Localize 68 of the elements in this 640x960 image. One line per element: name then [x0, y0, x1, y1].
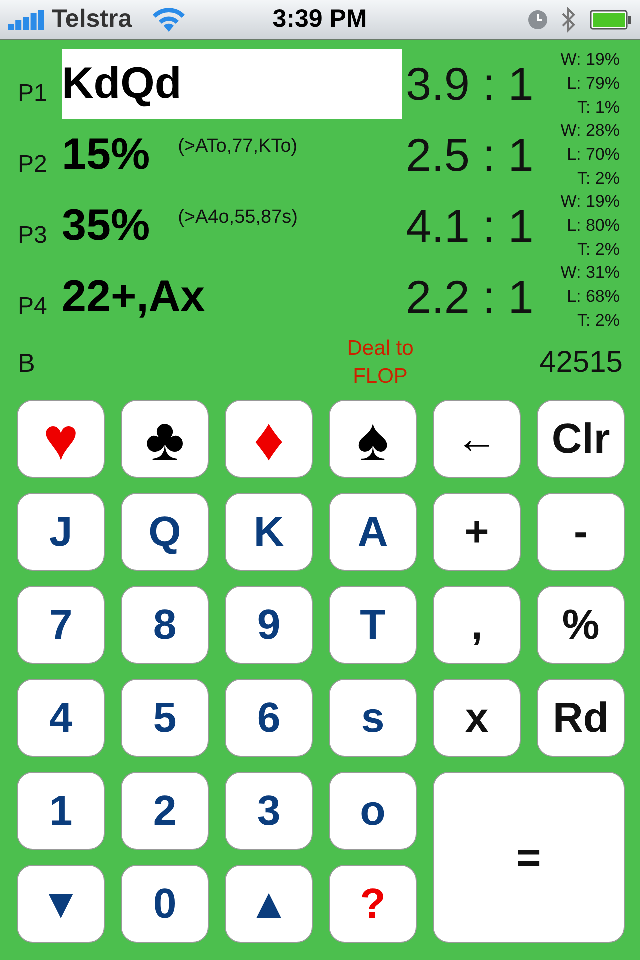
keypad-key[interactable]: 0	[121, 865, 209, 943]
tie-percent: T: 2%	[577, 310, 620, 332]
player-label: P2	[17, 151, 48, 180]
keypad-key[interactable]: 8	[121, 586, 209, 664]
keypad-key[interactable]: 5	[121, 679, 209, 757]
range-text: (>A4o,55,87s)	[178, 206, 298, 229]
keypad-key[interactable]: 1	[17, 772, 105, 850]
player-label: P3	[17, 222, 48, 251]
loss-percent: L: 79%	[567, 73, 620, 95]
win-percent: W: 28%	[560, 120, 620, 142]
suit-key[interactable]: ♦	[225, 400, 313, 478]
suit-key[interactable]: ♠	[329, 400, 417, 478]
pot-odds: 2.5 : 1	[405, 128, 535, 182]
keypad-key[interactable]: ▲	[225, 865, 313, 943]
win-percent: W: 19%	[560, 49, 620, 71]
keypad-key[interactable]: 9	[225, 586, 313, 664]
wifi-icon	[152, 8, 186, 32]
tie-percent: T: 2%	[577, 239, 620, 261]
keypad-key[interactable]: J	[17, 493, 105, 571]
keypad-key[interactable]: ←	[433, 400, 521, 478]
keypad-key[interactable]: 7	[17, 586, 105, 664]
keypad-key[interactable]: ▼	[17, 865, 105, 943]
signal-icon	[8, 10, 46, 30]
clock-icon	[528, 10, 548, 30]
keypad-key[interactable]: ,	[433, 586, 521, 664]
pot-odds: 4.1 : 1	[405, 199, 535, 253]
hand-range[interactable]: 35%	[62, 191, 150, 261]
suit-key[interactable]: ♥	[17, 400, 105, 478]
keypad-key[interactable]: %	[537, 586, 625, 664]
simulation-count: 42515	[540, 346, 623, 380]
tie-percent: T: 2%	[577, 168, 620, 190]
keypad-key[interactable]: x	[433, 679, 521, 757]
loss-percent: L: 68%	[567, 286, 620, 308]
loss-percent: L: 70%	[567, 144, 620, 166]
keypad-key[interactable]: =	[433, 772, 625, 943]
pot-odds: 3.9 : 1	[405, 57, 535, 111]
carrier-name: Telstra	[52, 5, 132, 34]
win-percent: W: 31%	[560, 262, 620, 284]
keypad-key[interactable]: s	[329, 679, 417, 757]
keypad-key[interactable]: Q	[121, 493, 209, 571]
suit-key[interactable]: ♣	[121, 400, 209, 478]
keypad-key[interactable]: T	[329, 586, 417, 664]
keypad-key[interactable]: A	[329, 493, 417, 571]
battery-icon	[590, 10, 632, 30]
keypad-key[interactable]: 3	[225, 772, 313, 850]
keypad-key[interactable]: Clr	[537, 400, 625, 478]
clock-time: 3:39 PM	[272, 5, 368, 33]
hand-range[interactable]: 22+,Ax	[62, 262, 206, 332]
keypad-key[interactable]: Rd	[537, 679, 625, 757]
keypad-key[interactable]: 4	[17, 679, 105, 757]
board-label: B	[18, 348, 36, 378]
bluetooth-icon	[562, 6, 576, 32]
keypad-key[interactable]: -	[537, 493, 625, 571]
keypad-key[interactable]: ?	[329, 865, 417, 943]
player-label: P1	[17, 80, 48, 109]
pot-odds: 2.2 : 1	[405, 270, 535, 324]
loss-percent: L: 80%	[567, 215, 620, 237]
keypad-key[interactable]: +	[433, 493, 521, 571]
win-percent: W: 19%	[560, 191, 620, 213]
keypad-key[interactable]: o	[329, 772, 417, 850]
keypad-key[interactable]: 6	[225, 679, 313, 757]
tie-percent: T: 1%	[577, 97, 620, 119]
player-label: P4	[17, 293, 48, 322]
range-text: (>ATo,77,KTo)	[178, 135, 298, 158]
hand-range[interactable]: 15%	[62, 120, 150, 190]
keypad-key[interactable]: 2	[121, 772, 209, 850]
keypad-key[interactable]: K	[225, 493, 313, 571]
hand-field[interactable]: KdQd	[62, 49, 402, 119]
